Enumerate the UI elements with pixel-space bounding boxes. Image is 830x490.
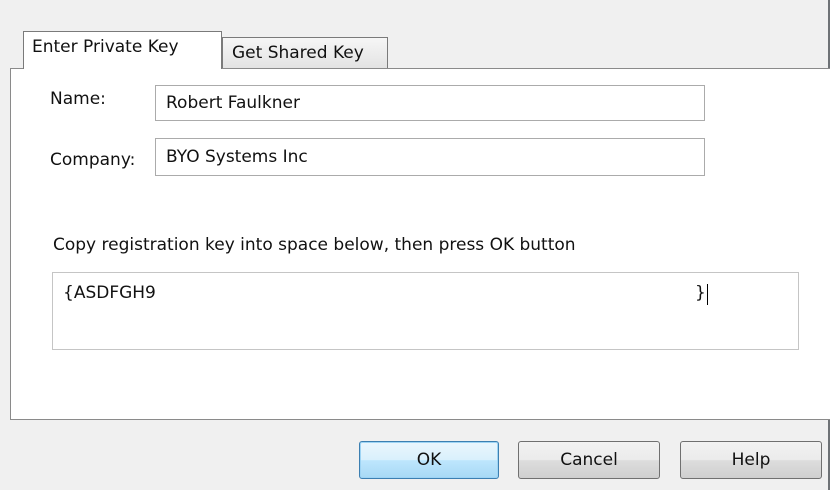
- ok-button[interactable]: OK: [359, 441, 499, 479]
- name-label: Name:: [50, 89, 106, 109]
- help-button[interactable]: Help: [680, 441, 822, 479]
- name-field[interactable]: [155, 85, 705, 121]
- tab-get-shared-key-label: Get Shared Key: [232, 43, 364, 63]
- text-caret: [707, 284, 708, 305]
- instructions-text: Copy registration key into space below, …: [53, 235, 576, 255]
- company-label: Company:: [50, 150, 136, 170]
- registration-key-closing-brace: }: [695, 283, 706, 303]
- cancel-button[interactable]: Cancel: [518, 441, 660, 479]
- registration-key-text: {ASDFGH9: [63, 283, 156, 303]
- tab-enter-private-key[interactable]: Enter Private Key: [23, 31, 222, 69]
- tab-get-shared-key[interactable]: Get Shared Key: [222, 37, 388, 68]
- tab-enter-private-key-label: Enter Private Key: [32, 37, 179, 57]
- window-top-edge: [0, 0, 830, 10]
- registration-key-field[interactable]: {ASDFGH9 }: [52, 272, 799, 350]
- company-field[interactable]: [155, 138, 705, 176]
